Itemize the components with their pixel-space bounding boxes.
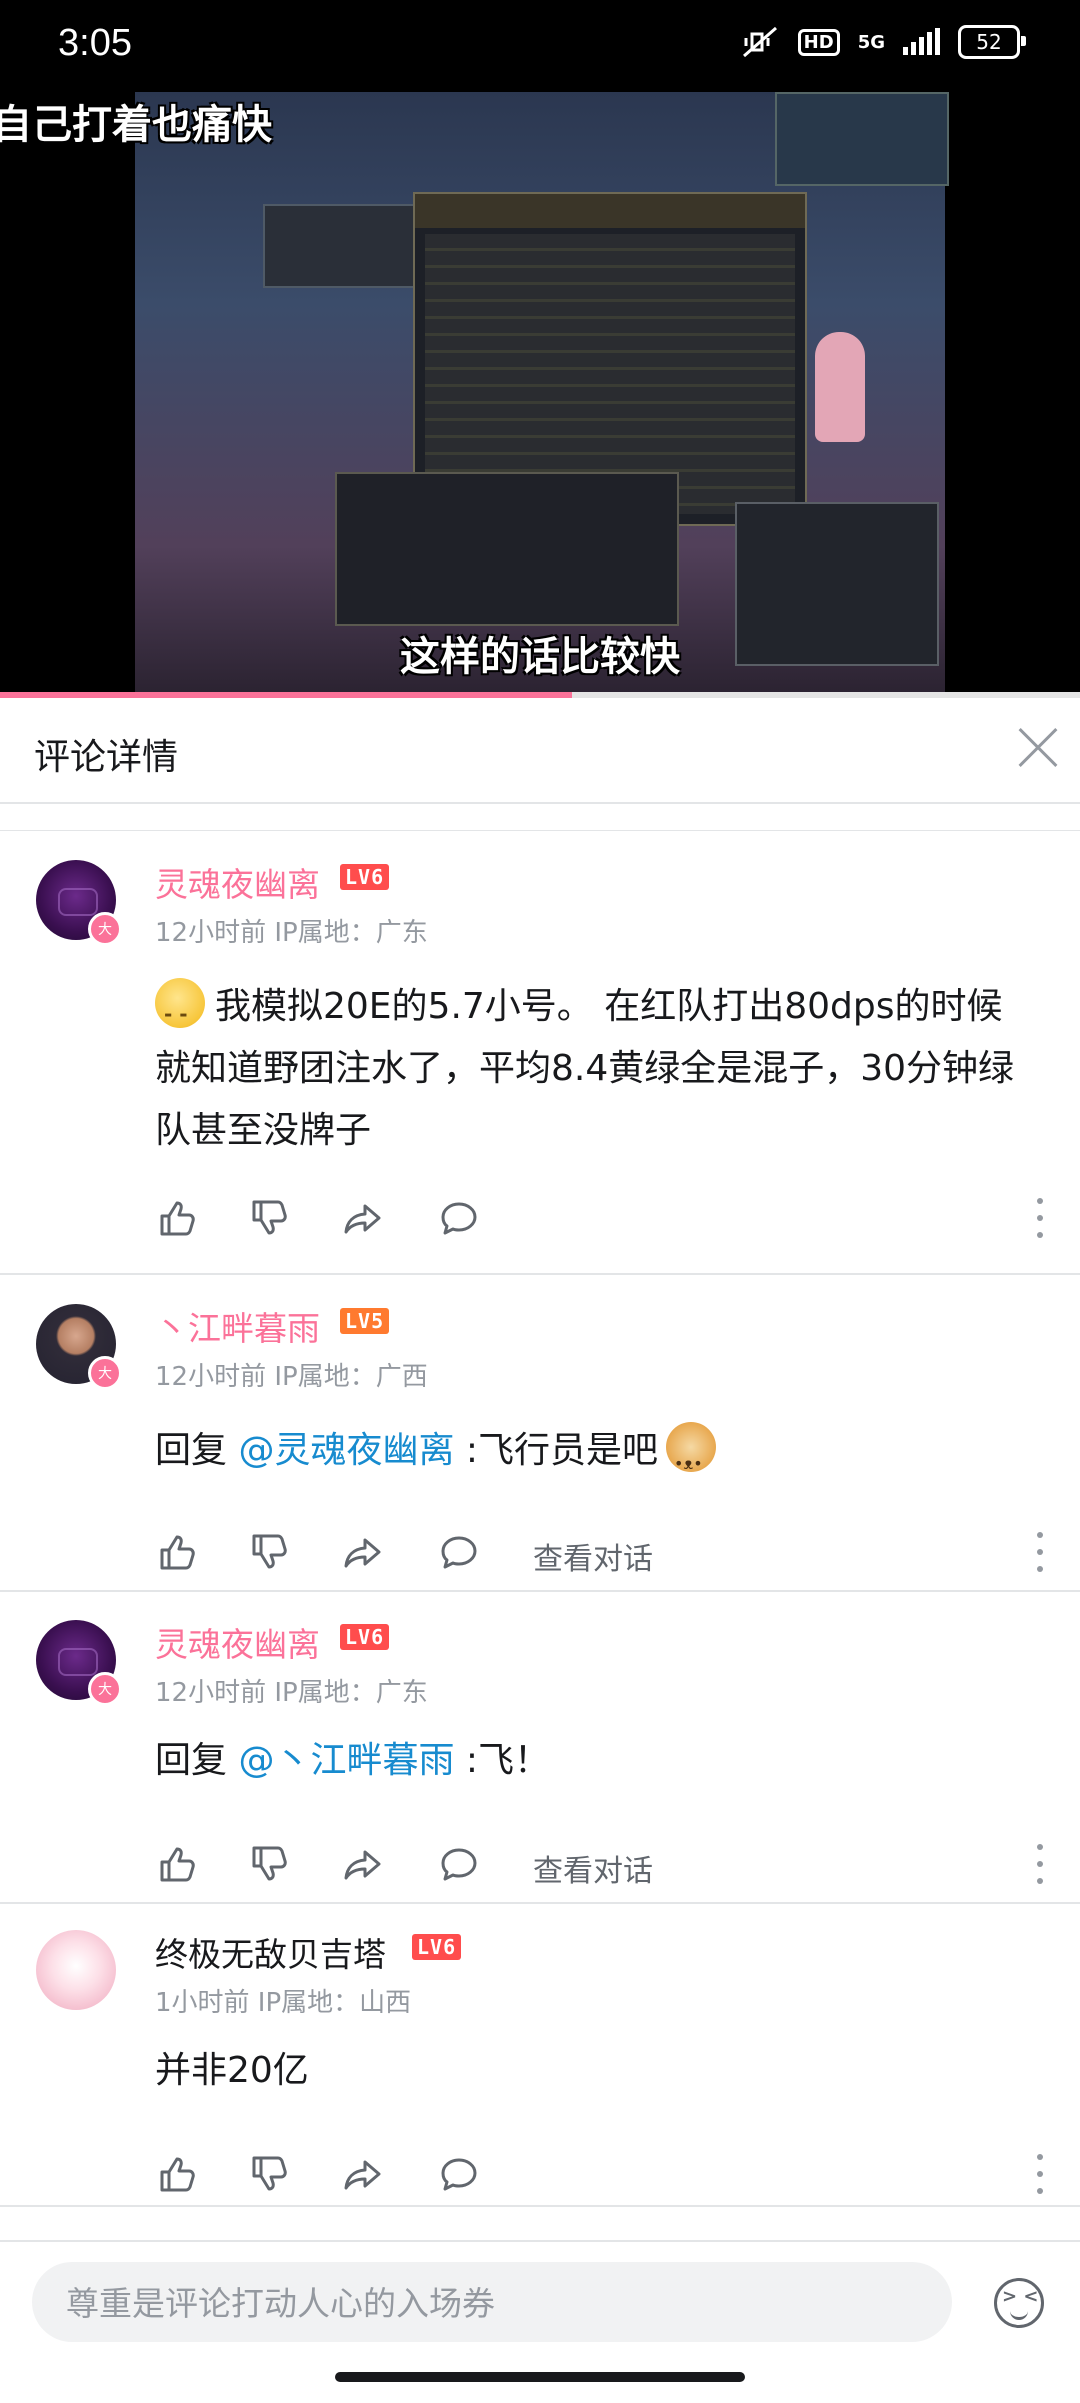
username[interactable]: 灵魂夜幽离 [155,858,320,906]
share-icon[interactable] [341,2152,385,2196]
network-type-label: 5G [857,31,885,53]
avatar-badge: 大 [88,1356,122,1390]
more-icon[interactable] [1035,1198,1045,1238]
level-badge: LV6 [340,1624,390,1650]
comment-actions: 查看对话 [155,1842,1045,1892]
game-minimap [775,92,949,186]
comment-actions [155,1196,1045,1246]
level-badge: LV6 [412,1934,462,1960]
share-icon[interactable] [341,1196,385,1240]
video-frame [135,92,949,697]
mention-link[interactable]: @丶江畔暮雨 [238,1740,454,1781]
comment-text: 回复 @丶江畔暮雨 :飞！ [155,1730,1035,1792]
comment-body: :飞！ [454,1740,551,1781]
avatar[interactable] [36,1930,116,2010]
like-icon[interactable] [155,1842,199,1886]
game-dialog [335,472,679,626]
video-subtitle: 这样的话比较快 [400,634,680,680]
username[interactable]: 丶江畔暮雨 [155,1302,320,1350]
panel-title: 评论详情 [34,737,179,778]
hd-icon: HD [797,28,840,56]
emoji-icon[interactable] [994,2278,1044,2328]
comment-meta: 12小时前 IP属地：广东 [155,918,428,948]
more-icon[interactable] [1035,1844,1045,1884]
comment-detail-header: 评论详情 [0,698,1080,804]
comment-body: :飞行员是吧 [454,1430,659,1471]
home-indicator[interactable] [335,2372,745,2382]
divider [0,1273,1080,1275]
game-panel-left [263,204,417,288]
more-icon[interactable] [1035,2154,1045,2194]
level-badge: LV6 [340,864,390,890]
close-icon[interactable] [1016,726,1060,770]
comment-text: 我模拟20E的5.7小号。 在红队打出80dps的时候就知道野团注水了，平均8.… [155,976,1035,1162]
like-icon[interactable] [155,2152,199,2196]
dislike-icon[interactable] [247,1842,291,1886]
share-icon[interactable] [341,1842,385,1886]
signal-icon [903,28,940,55]
status-time: 3:05 [58,22,132,64]
comment-actions [155,2152,1045,2202]
view-conversation-link[interactable]: 查看对话 [533,1846,653,1890]
reply-icon[interactable] [437,1530,481,1574]
reply-icon[interactable] [437,2152,481,2196]
avatar-badge: 大 [88,912,122,946]
level-badge: LV5 [340,1308,390,1334]
video-title-overlay: 自己打着也痛快 [0,102,272,148]
comment-body: 我模拟20E的5.7小号。 在红队打出80dps的时候就知道野团注水了，平均8.… [155,986,1015,1151]
username[interactable]: 终极无敌贝吉塔 [155,1928,386,1976]
share-icon[interactable] [341,1530,385,1574]
comment-text: 回复 @灵魂夜幽离 :飞行员是吧 [155,1420,1035,1495]
thinking-face-emoji [155,978,205,1045]
divider [0,1902,1080,1904]
comment-text: 并非20亿 [155,2040,1035,2102]
username[interactable]: 灵魂夜幽离 [155,1618,320,1666]
like-icon[interactable] [155,1530,199,1574]
game-character [815,332,865,442]
comment-body: 并非20亿 [155,2050,309,2091]
dislike-icon[interactable] [247,2152,291,2196]
more-icon[interactable] [1035,1532,1045,1572]
reply-icon[interactable] [437,1196,481,1240]
comment-meta: 12小时前 IP属地：广西 [155,1362,428,1392]
divider [0,2205,1080,2207]
status-icons: HD 5G 52 [740,24,1026,60]
mute-vibrate-icon [740,24,780,60]
view-conversation-link[interactable]: 查看对话 [533,1534,653,1578]
reply-prefix: 回复 [155,1740,239,1781]
battery-icon: 52 [958,25,1026,59]
comment-meta: 1小时前 IP属地：山西 [155,1988,412,2018]
like-icon[interactable] [155,1196,199,1240]
divider [0,1590,1080,1592]
comment-input[interactable] [64,2262,928,2344]
comment-actions: 查看对话 [155,1530,1045,1580]
comment-input-container[interactable] [32,2262,952,2344]
dislike-icon[interactable] [247,1530,291,1574]
battery-level: 52 [976,30,1002,54]
doge-emoji [666,1422,717,1495]
status-bar: 3:05 HD 5G 52 [0,0,1080,92]
mention-link[interactable]: @灵魂夜幽离 [238,1430,454,1471]
comment-meta: 12小时前 IP属地：广东 [155,1678,428,1708]
avatar-badge: 大 [88,1672,122,1706]
dislike-icon[interactable] [247,1196,291,1240]
reply-icon[interactable] [437,1842,481,1886]
video-player[interactable]: 自己打着也痛快 这样的话比较快 [0,92,1080,697]
reply-prefix: 回复 [155,1430,239,1471]
divider [0,830,1080,831]
